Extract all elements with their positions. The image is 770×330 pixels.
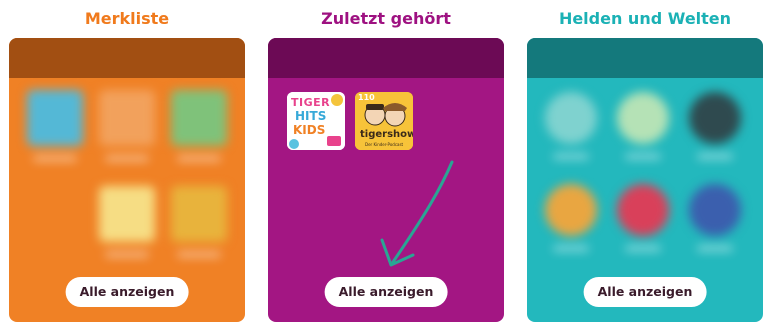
- helden-und-welten-show-all-button[interactable]: Alle anzeigen: [583, 277, 707, 307]
- zuletzt-gehoert-card-header: [268, 38, 504, 78]
- zuletzt-gehoert-card: Alle anzeigen: [268, 38, 504, 322]
- merkliste-card: Alle anzeigen: [9, 38, 245, 322]
- tigershow-cover[interactable]: 110 tigershow Der Kinder-Podcast: [355, 92, 413, 150]
- cover-title-line-1: TIGER: [291, 96, 331, 109]
- tigershow-subtitle: Der Kinder-Podcast: [365, 142, 404, 147]
- zuletzt-gehoert-title: Zuletzt gehört: [321, 9, 451, 28]
- helden-und-welten-card-header: [527, 38, 763, 78]
- zuletzt-gehoert-show-all-button[interactable]: Alle anzeigen: [324, 277, 448, 307]
- merkliste-card-header: [9, 38, 245, 78]
- merkliste-show-all-button[interactable]: Alle anzeigen: [65, 277, 189, 307]
- cover-title-line-2: HITS: [295, 109, 327, 123]
- merkliste-title: Merkliste: [84, 9, 170, 28]
- cover-title-line-3: KIDS: [293, 123, 326, 137]
- tigershow-title: tigershow: [360, 129, 413, 140]
- tiger-hits-kids-cover[interactable]: TIGER HITS KIDS: [287, 92, 345, 150]
- episode-badge: 110: [358, 93, 375, 102]
- helden-und-welten-card: Alle anzeigen: [527, 38, 763, 322]
- helden-und-welten-title: Helden und Welten: [558, 9, 732, 28]
